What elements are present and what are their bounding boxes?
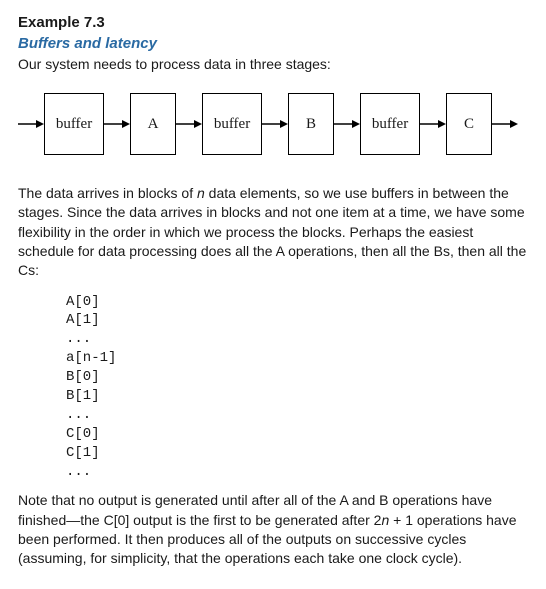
- stage-box-b: B: [288, 93, 334, 155]
- arrow-icon: [420, 118, 446, 130]
- buffer-box-1: buffer: [44, 93, 104, 155]
- buffer-box-3: buffer: [360, 93, 420, 155]
- arrow-icon: [492, 118, 518, 130]
- arrow-icon: [334, 118, 360, 130]
- pipeline-diagram: buffer A buffer B buffer C: [18, 92, 528, 156]
- example-number: Example 7.3: [18, 14, 528, 31]
- para1-part-a: The data arrives in blocks of: [18, 185, 197, 201]
- var-n: n: [197, 185, 205, 201]
- schedule-code: A[0] A[1] ... a[n-1] B[0] B[1] ... C[0] …: [66, 293, 528, 482]
- arrow-icon: [104, 118, 130, 130]
- arrow-icon: [262, 118, 288, 130]
- stage-box-c: C: [446, 93, 492, 155]
- arrow-icon: [176, 118, 202, 130]
- paragraph-1: The data arrives in blocks of n data ele…: [18, 184, 528, 281]
- note-paragraph: Note that no output is generated until a…: [18, 491, 528, 568]
- arrow-icon: [18, 118, 44, 130]
- stage-box-a: A: [130, 93, 176, 155]
- lead-sentence: Our system needs to process data in thre…: [18, 56, 528, 72]
- example-title: Buffers and latency: [18, 35, 528, 52]
- buffer-box-2: buffer: [202, 93, 262, 155]
